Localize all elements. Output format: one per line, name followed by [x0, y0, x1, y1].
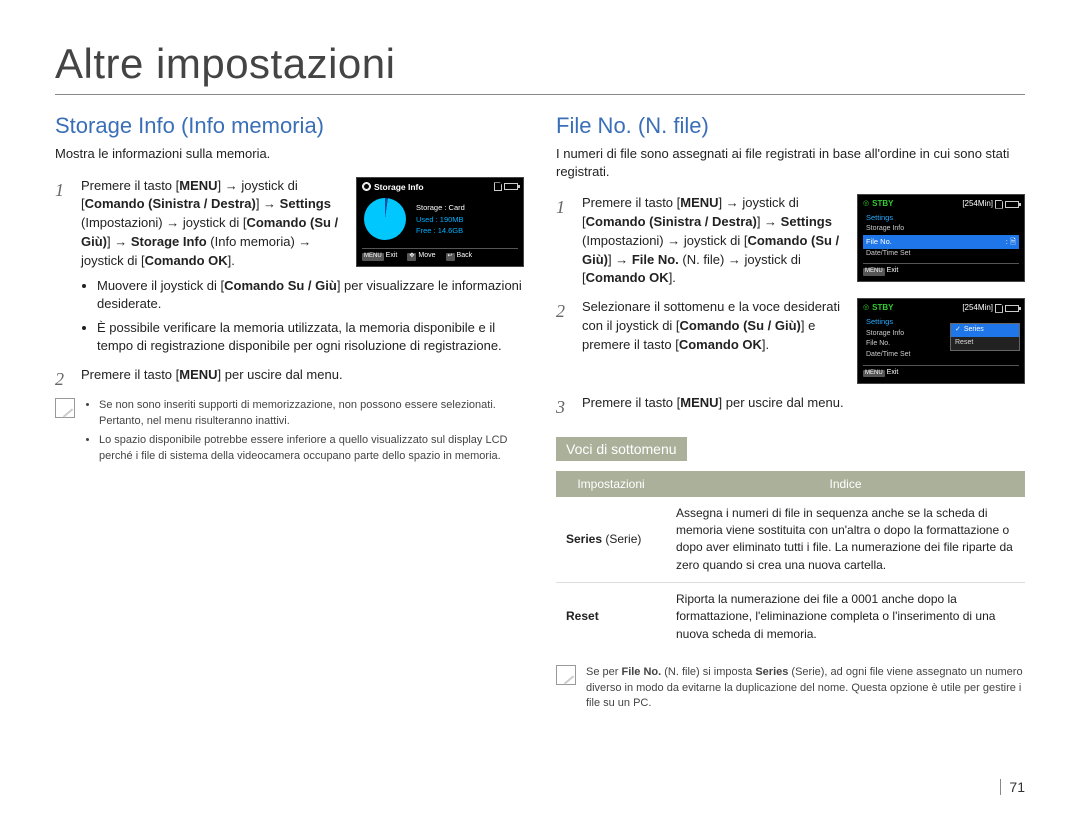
right-step-1-text: Premere il tasto [MENU] → joystick di [C… [582, 194, 847, 288]
title-rule [55, 94, 1025, 95]
lcd-file-no-2: ◎ STBY [254Min] Settings Storage Info [857, 298, 1025, 383]
lcd1-storage-info: Storage Info [863, 224, 1019, 235]
lcd-exit: Exit [386, 252, 398, 259]
right-step-1: Premere il tasto [MENU] → joystick di [C… [556, 194, 1025, 288]
lcd-back: Back [457, 252, 473, 259]
pie-chart-icon [364, 198, 406, 240]
file-no-intro: I numeri di file sono assegnati ai file … [556, 145, 1025, 180]
card-icon [995, 200, 1003, 209]
right-step-2: Selezionare il sottomenu e la voce desid… [556, 298, 1025, 383]
card-icon [494, 182, 502, 191]
lcd-free-label: Free [416, 226, 431, 235]
left-step-1-text: Premere il tasto [MENU] → joystick di [C… [81, 177, 346, 271]
lcd1-settings: Settings [863, 211, 1019, 224]
file-no-heading: File No. (N. file) [556, 113, 1025, 139]
right-column: File No. (N. file) I numeri di file sono… [556, 113, 1025, 711]
row-reset-label: Reset [556, 583, 666, 652]
table-row: Reset Riporta la numerazione dei file a … [556, 583, 1025, 652]
page-number: 71 [1000, 779, 1025, 795]
left-step-2: Premere il tasto [MENU] per uscire dal m… [55, 366, 524, 385]
table-row: Series (Serie) Assegna i numeri di file … [556, 497, 1025, 583]
lcd1-time: [254Min] [962, 199, 993, 209]
battery-icon [504, 183, 518, 190]
back-key-icon: ↩ [446, 253, 455, 261]
page-title: Altre impostazioni [55, 40, 1025, 88]
note-icon [556, 665, 576, 685]
menu-key-icon: MENU [863, 268, 885, 276]
note-icon [55, 398, 75, 418]
lcd-storage-label: Storage [416, 203, 442, 212]
left-step1-bullet-2: È possibile verificare la memoria utiliz… [97, 319, 524, 355]
storage-info-heading: Storage Info (Info memoria) [55, 113, 524, 139]
options-table: Impostazioni Indice Series (Serie) Asseg… [556, 471, 1025, 652]
lcd2-time: [254Min] [962, 303, 993, 313]
lcd2-opt-series: Series [951, 324, 1019, 337]
lcd-file-no-1: ◎ STBY [254Min] Settings Storage Info [857, 194, 1025, 282]
move-key-icon: ✥ [407, 253, 416, 261]
card-icon [995, 304, 1003, 313]
menu-key-icon: MENU [362, 253, 384, 261]
left-note: Se non sono inseriti supporti di memoriz… [55, 398, 524, 468]
lcd1-stby: STBY [872, 199, 893, 209]
lcd-storage-value: Card [449, 203, 465, 212]
left-column: Storage Info (Info memoria) Mostra le in… [55, 113, 524, 711]
lcd2-exit: Exit [887, 369, 899, 376]
lcd2-stby: STBY [872, 303, 893, 313]
left-step1-bullet-1: Muovere il joystick di [Comando Su / Giù… [97, 277, 524, 313]
menu-key-icon: MENU [863, 370, 885, 378]
right-step-3: Premere il tasto [MENU] per uscire dal m… [556, 394, 1025, 413]
right-note: Se per File No. (N. file) si imposta Ser… [556, 665, 1025, 711]
left-step-1: Premere il tasto [MENU] → joystick di [C… [55, 177, 524, 356]
row-series-label: Series (Serie) [556, 497, 666, 583]
row-series-desc: Assegna i numeri di file in sequenza anc… [666, 497, 1025, 583]
right-note-text: Se per File No. (N. file) si imposta Ser… [586, 665, 1025, 711]
right-step-2-text: Selezionare il sottomenu e la voce desid… [582, 298, 847, 355]
lcd-used-value: 190MB [440, 215, 464, 224]
battery-icon [1005, 201, 1019, 208]
lcd2-opt-reset: Reset [951, 337, 1019, 350]
battery-icon [1005, 305, 1019, 312]
lcd-used-label: Used [416, 215, 434, 224]
lcd2-submenu-popup: Series Reset [950, 323, 1020, 351]
lcd-title: Storage Info [374, 182, 424, 193]
lcd1-exit: Exit [887, 267, 899, 274]
row-reset-desc: Riporta la numerazione dei file a 0001 a… [666, 583, 1025, 652]
lcd-storage-info: Storage Info Storage : Card Used : 190MB [356, 177, 524, 267]
th-indice: Indice [666, 471, 1025, 497]
left-note-item-1: Se non sono inseriti supporti di memoriz… [99, 398, 524, 429]
th-impostazioni: Impostazioni [556, 471, 666, 497]
lcd1-list: Settings Storage Info File No.: 🗎 Date/T… [863, 211, 1019, 259]
lcd1-date-time: Date/Time Set [863, 249, 1019, 260]
lcd-free-value: 14.6GB [438, 226, 463, 235]
lcd2-date-time: Date/Time Set [863, 350, 1019, 361]
gear-icon [362, 182, 371, 191]
lcd-move: Move [418, 252, 435, 259]
storage-info-intro: Mostra le informazioni sulla memoria. [55, 145, 524, 163]
lcd1-file-no: File No.: 🗎 [863, 235, 1019, 248]
left-note-item-2: Lo spazio disponibile potrebbe essere in… [99, 433, 524, 464]
submenu-subhead: Voci di sottomenu [556, 437, 687, 461]
